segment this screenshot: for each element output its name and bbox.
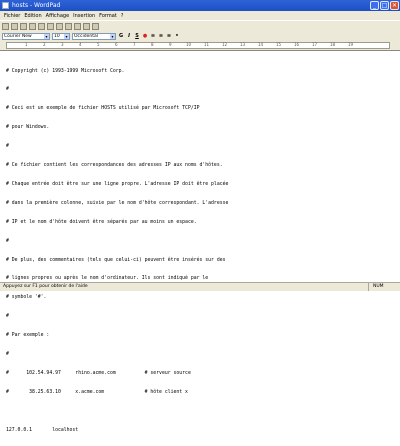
wordpad-app-icon[interactable] (2, 2, 9, 9)
ruler-tick: 9 (169, 42, 172, 47)
menu-edition[interactable]: Edition (24, 13, 41, 19)
ruler-tick: 18 (330, 42, 336, 47)
open-icon[interactable] (11, 22, 18, 30)
ruler-tick: 2 (43, 42, 46, 47)
doc-line: # Ceci est un exemple de fichier HOSTS u… (6, 106, 200, 112)
doc-line: # (6, 238, 9, 244)
doc-line: # Copyright (c) 1993-1999 Microsoft Corp… (6, 68, 125, 74)
doc-line: # Chaque entrée doit être sur une ligne … (6, 181, 229, 187)
script-select[interactable]: Occidental ▾ (72, 32, 116, 40)
window-title: hosts - WordPad (12, 2, 61, 9)
align-right-icon[interactable]: ≡ (166, 33, 172, 39)
ruler-tick: 5 (97, 42, 100, 47)
align-center-icon[interactable]: ≡ (158, 33, 164, 39)
ruler-tick: 19 (348, 42, 354, 47)
italic-icon[interactable]: I (126, 33, 132, 39)
font-value: Courier New (4, 33, 32, 39)
doc-line: # Par exemple : (6, 333, 50, 339)
ruler-tick: 17 (312, 42, 318, 47)
font-size-value: 10 (54, 33, 60, 39)
ruler-tick: 7 (133, 42, 136, 47)
script-value: Occidental (74, 33, 98, 39)
menu-affichage[interactable]: Affichage (46, 13, 70, 19)
ruler[interactable]: 1 2 3 4 5 6 7 8 9 10 11 12 13 14 15 16 1… (0, 41, 400, 50)
menu-fichier[interactable]: Fichier (4, 13, 20, 19)
print-icon[interactable] (29, 22, 36, 30)
print-preview-icon[interactable] (38, 22, 45, 30)
close-button[interactable]: ✕ (390, 1, 399, 10)
format-toolbar: Courier New ▾ 10 ▾ Occidental ▾ G I S ● … (0, 31, 400, 41)
title-bar: hosts - WordPad _ □ ✕ (0, 0, 400, 11)
status-help-text: Appuyez sur F1 pour obtenir de l'aide (3, 284, 88, 289)
ruler-tick: 1 (25, 42, 28, 47)
doc-line: # 38.25.63.10 x.acme.com # hôte client x (6, 389, 188, 395)
chevron-down-icon[interactable]: ▾ (64, 33, 69, 39)
cut-icon[interactable] (56, 22, 63, 30)
doc-line: # symbole '#'. (6, 295, 47, 301)
align-left-icon[interactable]: ≡ (150, 33, 156, 39)
doc-line: # (6, 87, 9, 93)
date-time-icon[interactable] (92, 22, 99, 30)
menu-help[interactable]: ? (121, 13, 124, 19)
doc-line: # (6, 144, 9, 150)
doc-line: # De plus, des commentaires (tels que ce… (6, 257, 226, 263)
doc-line: # Ce fichier contient les correspondance… (6, 163, 223, 169)
bold-icon[interactable]: G (118, 33, 124, 39)
copy-icon[interactable] (65, 22, 72, 30)
doc-line: # 102.54.94.97 rhino.acme.com # serveur … (6, 370, 191, 376)
doc-line: # (6, 314, 9, 320)
standard-toolbar (0, 20, 400, 31)
window-controls: _ □ ✕ (370, 1, 399, 10)
ruler-tick: 11 (204, 42, 210, 47)
chevron-down-icon[interactable]: ▾ (44, 33, 49, 39)
paste-icon[interactable] (74, 22, 81, 30)
document-area[interactable]: # Copyright (c) 1993-1999 Microsoft Corp… (0, 50, 400, 433)
document-text[interactable]: # Copyright (c) 1993-1999 Microsoft Corp… (6, 56, 228, 446)
find-icon[interactable] (47, 22, 54, 30)
menu-bar: Fichier Edition Affichage Insertion Form… (0, 11, 400, 20)
ruler-tick: 14 (258, 42, 264, 47)
save-icon[interactable] (20, 22, 27, 30)
doc-line: # pour Windows. (6, 125, 50, 131)
doc-line (6, 409, 228, 415)
ruler-tick: 10 (186, 42, 192, 47)
ruler-tick: 8 (151, 42, 154, 47)
font-select[interactable]: Courier New ▾ (2, 32, 50, 40)
ruler-tick: 16 (294, 42, 300, 47)
doc-line: 127.0.0.1 localhost (6, 427, 79, 433)
ruler-tick: 15 (276, 42, 282, 47)
ruler-tick: 3 (61, 42, 64, 47)
color-icon[interactable]: ● (142, 33, 148, 39)
ruler-tick: 6 (115, 42, 118, 47)
menu-format[interactable]: Format (99, 13, 117, 19)
num-lock-indicator: NUM (368, 283, 397, 291)
chevron-down-icon[interactable]: ▾ (110, 33, 115, 39)
bullets-icon[interactable]: • (174, 33, 180, 39)
doc-line: # dans la première colonne, suivie par l… (6, 200, 229, 206)
new-icon[interactable] (2, 22, 9, 30)
doc-line: # IP et le nom d'hôte doivent être sépar… (6, 219, 197, 225)
font-size-select[interactable]: 10 ▾ (52, 32, 70, 40)
ruler-tick: 12 (222, 42, 228, 47)
underline-icon[interactable]: S (134, 33, 140, 39)
ruler-tick: 4 (79, 42, 82, 47)
undo-icon[interactable] (83, 22, 90, 30)
menu-insertion[interactable]: Insertion (73, 13, 95, 19)
doc-line: # (6, 351, 9, 357)
minimize-button[interactable]: _ (370, 1, 379, 10)
maximize-button[interactable]: □ (380, 1, 389, 10)
status-bar: Appuyez sur F1 pour obtenir de l'aide NU… (0, 282, 400, 291)
ruler-tick: 13 (240, 42, 246, 47)
